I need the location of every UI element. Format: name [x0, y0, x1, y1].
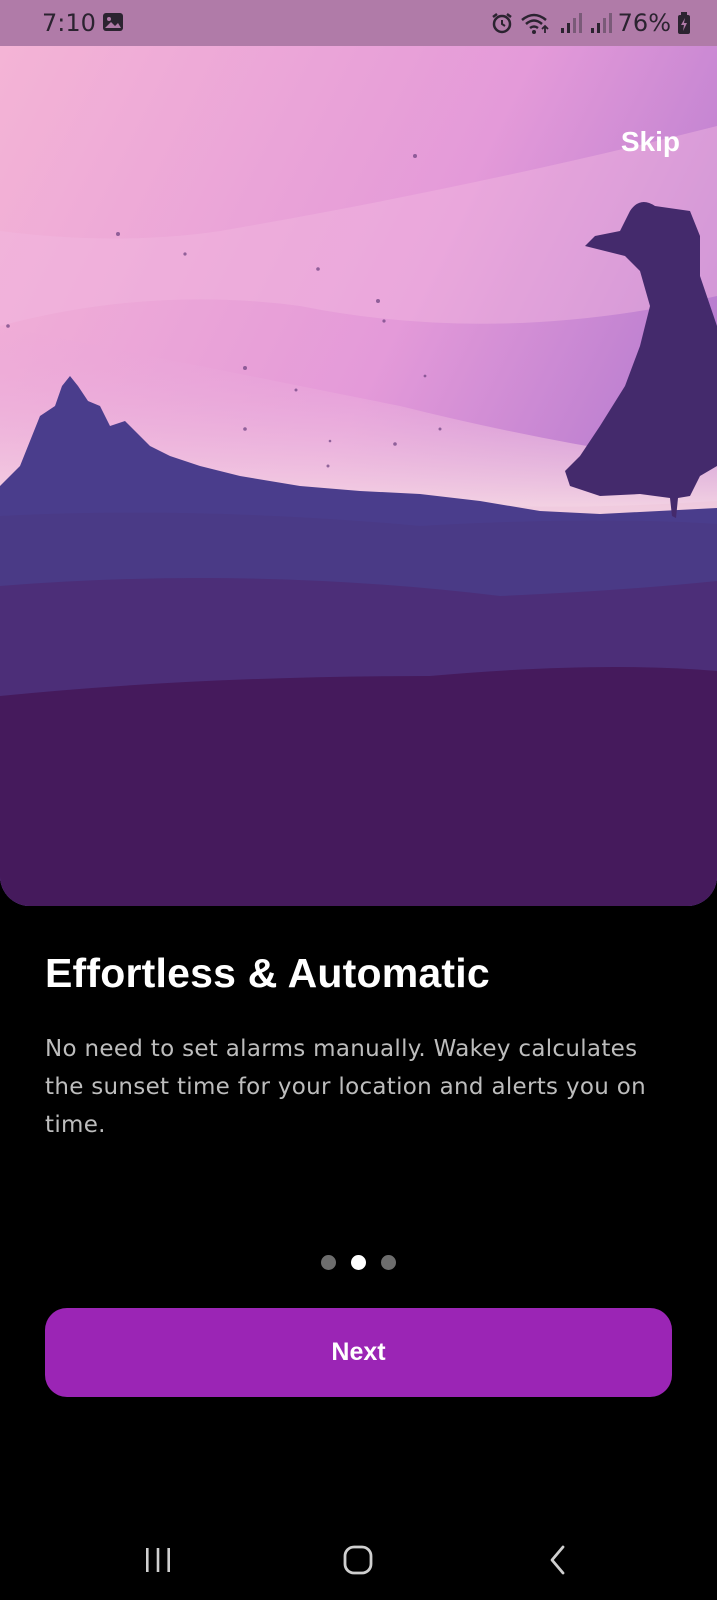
system-nav-bar: [0, 1520, 717, 1600]
next-button[interactable]: Next: [45, 1308, 672, 1397]
page-indicator: [0, 1255, 717, 1270]
onboarding-title: Effortless & Automatic: [45, 950, 490, 996]
home-button[interactable]: [318, 1520, 398, 1600]
battery-icon: [678, 12, 690, 34]
home-icon: [343, 1545, 373, 1575]
sunset-scene-illustration: [0, 46, 717, 906]
status-time: 7:10: [42, 9, 96, 37]
back-button[interactable]: [518, 1520, 598, 1600]
gallery-icon: [103, 13, 123, 31]
signal-icon: [560, 13, 582, 33]
signal-icon: [590, 13, 612, 33]
page-dot-1: [321, 1255, 336, 1270]
onboarding-description: No need to set alarms manually. Wakey ca…: [45, 1036, 646, 1138]
battery-percent: 76%: [617, 9, 671, 37]
alarm-icon: [491, 13, 512, 34]
status-indicators: 76%: [490, 8, 691, 38]
page-dot-2-active: [351, 1255, 366, 1270]
skip-button[interactable]: Skip: [621, 126, 680, 158]
page-dot-3: [381, 1255, 396, 1270]
back-icon: [550, 1545, 565, 1575]
status-bar: 7:10 76%: [0, 0, 717, 46]
hero-illustration: Skip: [0, 46, 717, 906]
wifi-icon: [520, 13, 549, 34]
recent-apps-button[interactable]: [118, 1520, 198, 1600]
recent-apps-icon: [146, 1548, 170, 1572]
